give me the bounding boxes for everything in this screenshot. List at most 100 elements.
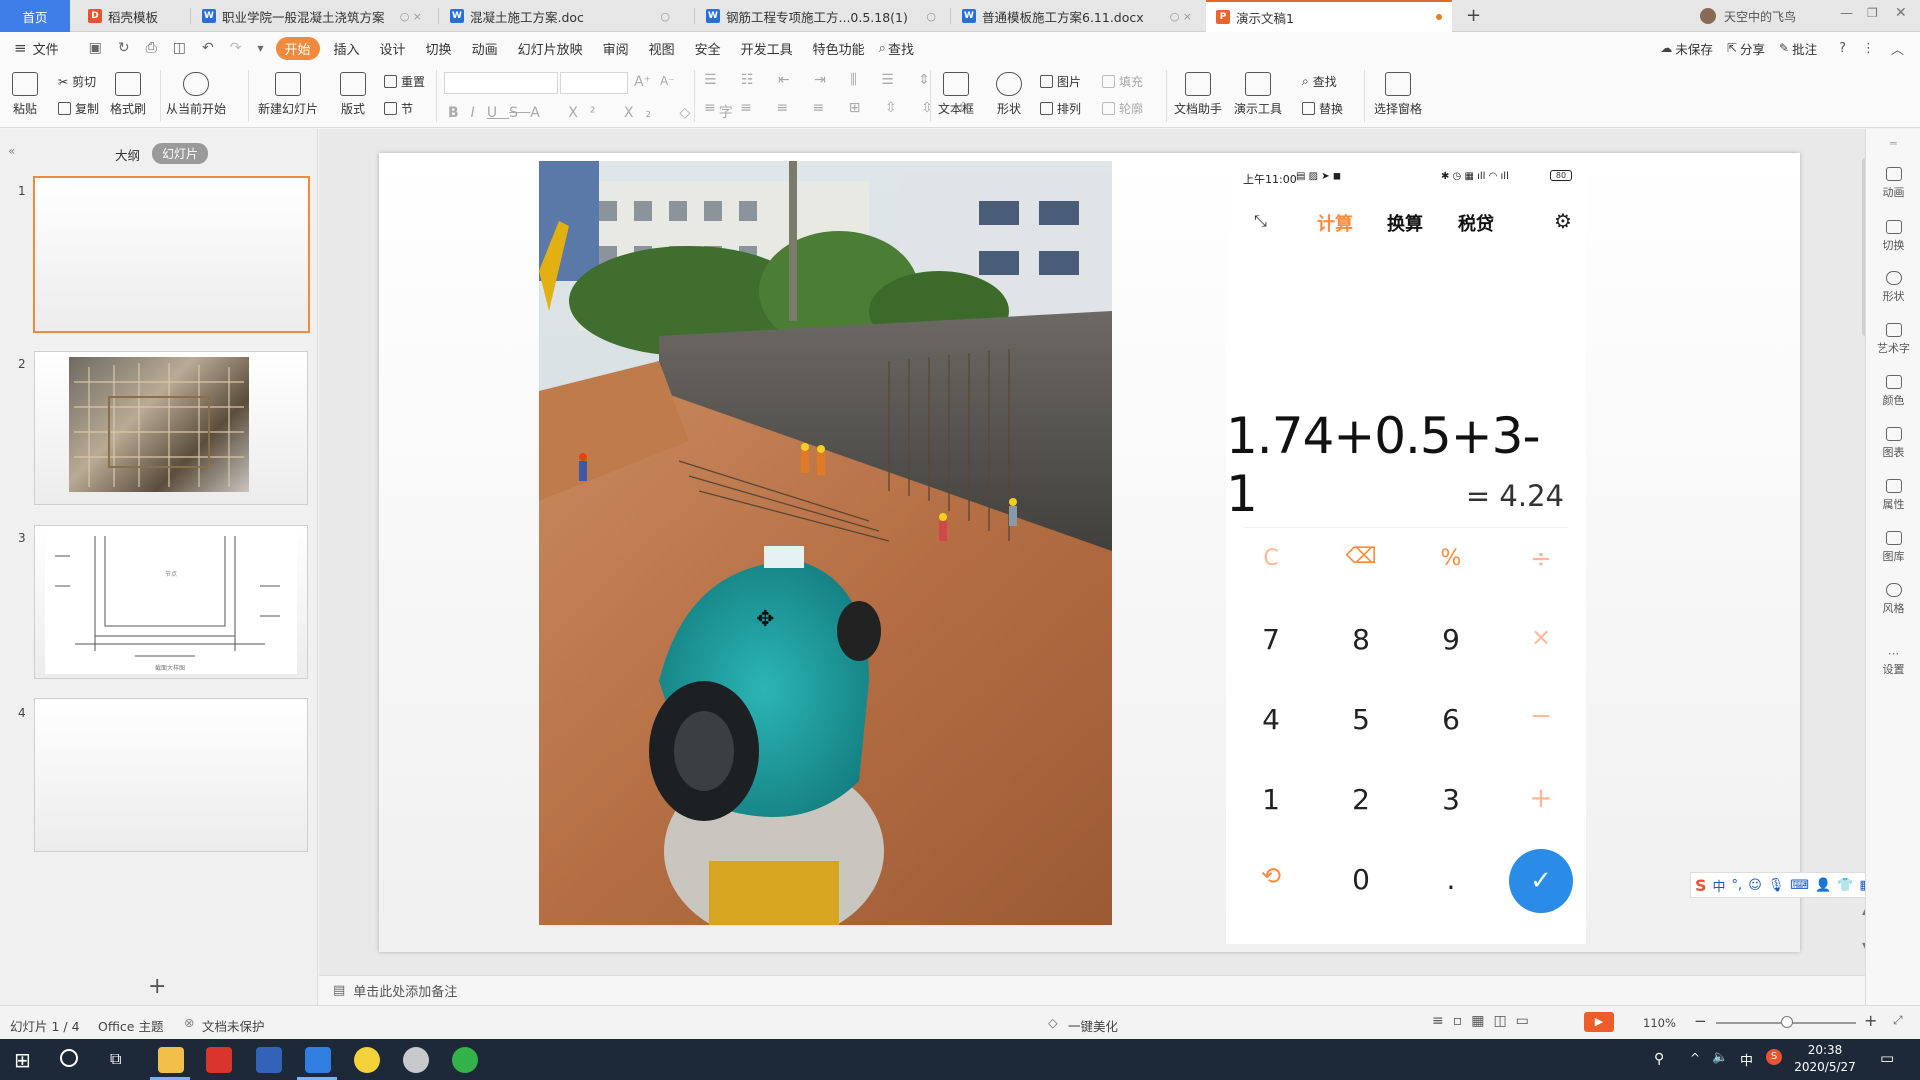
task-view-icon[interactable]: ⧉	[110, 1049, 121, 1069]
share-icon[interactable]: ⇱	[1727, 41, 1737, 55]
file-explorer-icon[interactable]	[158, 1047, 184, 1073]
wechat-icon[interactable]	[452, 1047, 478, 1073]
avatar[interactable]	[1700, 8, 1716, 24]
tab-close-icon[interactable]: ○ ×	[1164, 10, 1192, 23]
ime-keyboard-icon[interactable]: ⌨	[1790, 878, 1809, 893]
help-icon[interactable]: ?	[1839, 41, 1846, 56]
bird-app-icon[interactable]	[403, 1047, 429, 1073]
collapse-ribbon-icon[interactable]: ︿	[1891, 39, 1904, 58]
add-slide-button[interactable]: +	[148, 974, 166, 999]
notes-placeholder[interactable]: 单击此处添加备注	[353, 981, 457, 1000]
right-tool-transition[interactable]: 切换	[1866, 220, 1920, 253]
tab-doc-formwork[interactable]: W 普通模板施工方案6.11.docx ○ ×	[952, 0, 1202, 32]
menu-transition[interactable]: 切换	[416, 39, 462, 58]
ime-skin-icon[interactable]: 👕	[1837, 878, 1853, 893]
clock-time[interactable]: 20:38	[1797, 1043, 1853, 1057]
print-preview-icon[interactable]: ◫	[173, 40, 186, 56]
undo-icon[interactable]: ↶	[202, 40, 214, 56]
tab-close-icon[interactable]: ○	[920, 10, 936, 23]
decrease-font-icon[interactable]: A⁻	[660, 74, 675, 88]
slide-thumbnail-2[interactable]	[34, 351, 308, 505]
layout-button[interactable]: 版式	[340, 72, 366, 117]
textbox-button[interactable]: 文本框	[938, 72, 974, 117]
fit-window-icon[interactable]: ⤢	[1893, 1013, 1903, 1028]
section-button[interactable]: 节	[384, 100, 413, 117]
minimize-button[interactable]: —	[1840, 6, 1853, 21]
doc-protect-status[interactable]: 文档未保护	[202, 1016, 265, 1035]
hamburger-icon[interactable]: ≡	[14, 39, 27, 57]
play-from-current-button[interactable]: 从当前开始	[166, 72, 226, 117]
menu-file[interactable]: 文件	[27, 39, 69, 58]
right-tool-shape[interactable]: 形状	[1866, 271, 1920, 304]
paste-button[interactable]: 粘贴	[12, 72, 38, 117]
menu-features[interactable]: 特色功能	[803, 39, 875, 58]
theme-name[interactable]: Office 主题	[98, 1016, 163, 1035]
cad-icon[interactable]	[256, 1047, 282, 1073]
slide-thumbnail-4[interactable]	[34, 698, 308, 852]
arrange-button[interactable]: 排列	[1040, 100, 1081, 117]
ime-mic-icon[interactable]: 🎙	[1768, 878, 1785, 893]
fill-button[interactable]: 填充	[1102, 73, 1143, 90]
save-icon[interactable]: ▣	[89, 40, 102, 56]
user-name[interactable]: 天空中的飞鸟	[1724, 8, 1796, 25]
outline-button[interactable]: 轮廓	[1102, 100, 1143, 117]
notes-pane[interactable]: ▤ 单击此处添加备注	[319, 975, 1865, 1005]
wps-icon[interactable]	[206, 1047, 232, 1073]
right-tool-settings[interactable]: ··· 设置	[1866, 647, 1920, 677]
redo-icon[interactable]: ↷	[230, 40, 242, 56]
search-icon[interactable]: ⌕	[879, 41, 886, 56]
restore-button[interactable]: ❐	[1867, 6, 1878, 20]
menu-slideshow[interactable]: 幻灯片放映	[508, 39, 593, 58]
picture-button[interactable]: 图片	[1040, 73, 1081, 90]
format-painter-button[interactable]: 格式刷	[110, 72, 146, 117]
menu-review[interactable]: 审阅	[593, 39, 639, 58]
slide-thumbnail-1[interactable]	[33, 176, 310, 333]
zoom-level[interactable]: 110%	[1643, 1016, 1676, 1030]
unsaved-status[interactable]: 未保存	[1675, 39, 1713, 58]
menu-developer[interactable]: 开发工具	[731, 39, 803, 58]
shape-button[interactable]: 形状	[996, 72, 1022, 117]
tab-outline[interactable]: 大纲	[115, 145, 140, 164]
customize-icon[interactable]: ▾	[257, 41, 263, 55]
menu-design[interactable]: 设计	[370, 39, 416, 58]
cloud-unsaved-icon[interactable]: ☁	[1660, 41, 1672, 55]
right-tool-chart[interactable]: 图表	[1866, 427, 1920, 460]
new-slide-button[interactable]: 新建幻灯片	[258, 72, 318, 117]
construction-site-photo[interactable]	[539, 161, 1112, 925]
share-button[interactable]: 分享	[1740, 39, 1765, 58]
tab-home[interactable]: 首页	[0, 0, 70, 32]
menu-security[interactable]: 安全	[685, 39, 731, 58]
tab-doc-concrete-construction[interactable]: W 混凝土施工方案.doc ○	[440, 0, 680, 32]
slide-thumbnail-3[interactable]: 截面大样图 节点	[34, 525, 308, 679]
doc-helper-button[interactable]: 文档助手	[1174, 72, 1222, 117]
export-icon[interactable]: ↻	[118, 40, 130, 56]
text-format-icons[interactable]: BIUSA X² X₂ ◇ 字	[448, 102, 745, 122]
increase-font-icon[interactable]: A⁺	[634, 74, 651, 90]
tab-docer-templates[interactable]: D 稻壳模板	[78, 0, 188, 32]
zoom-out-button[interactable]: −	[1694, 1012, 1707, 1030]
ime-emoji-icon[interactable]: ☺	[1748, 878, 1762, 893]
tray-expand-icon[interactable]: ^	[1690, 1051, 1700, 1065]
ime-punctuation-icon[interactable]: °,	[1732, 878, 1743, 893]
notification-center-icon[interactable]: ▭	[1880, 1049, 1894, 1067]
zoom-in-button[interactable]: +	[1864, 1011, 1877, 1030]
print-icon[interactable]: ⎙	[146, 40, 157, 56]
cut-button[interactable]: ✂ 剪切	[58, 73, 96, 90]
people-icon[interactable]: ⚲	[1654, 1051, 1664, 1067]
tab-doc-concrete-pouring[interactable]: W 职业学院一般混凝土浇筑方案 ○ ×	[192, 0, 432, 32]
reset-button[interactable]: 重置	[384, 73, 425, 90]
tab-presentation-1[interactable]: P 演示文稿1	[1206, 0, 1452, 32]
star-app-icon[interactable]	[354, 1047, 380, 1073]
windows-start-icon[interactable]: ⊞	[14, 1048, 31, 1072]
tab-close-icon[interactable]: ○ ×	[394, 10, 422, 23]
menu-start[interactable]: 开始	[275, 36, 320, 60]
comment-button[interactable]: 批注	[1792, 39, 1817, 58]
replace-button[interactable]: 替换	[1302, 100, 1343, 117]
one-click-beautify[interactable]: 一键美化	[1068, 1016, 1118, 1035]
menu-animation[interactable]: 动画	[462, 39, 508, 58]
selection-pane-button[interactable]: 选择窗格	[1374, 72, 1422, 117]
cortana-search-icon[interactable]	[60, 1049, 78, 1067]
copy-button[interactable]: 复制	[58, 100, 99, 117]
right-tool-color[interactable]: 颜色	[1866, 375, 1920, 408]
menu-search[interactable]: 查找	[886, 39, 924, 58]
